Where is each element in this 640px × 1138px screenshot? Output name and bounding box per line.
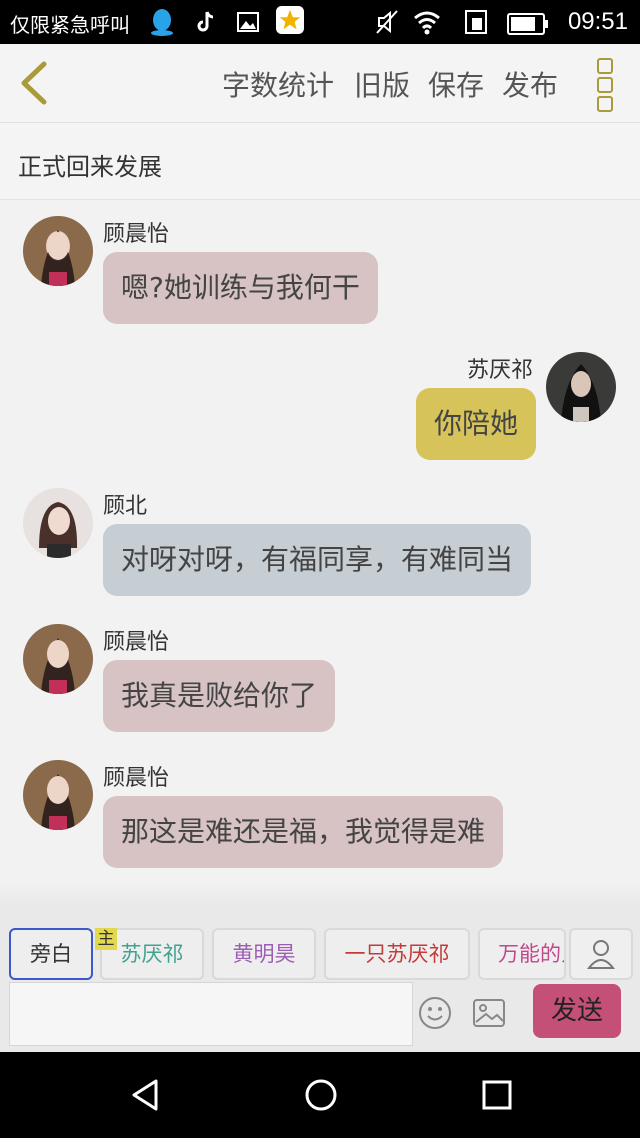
battery-icon xyxy=(507,13,548,35)
recents-nav-icon[interactable] xyxy=(482,1080,512,1110)
avatar[interactable] xyxy=(546,352,616,422)
role-narration[interactable]: 旁白 xyxy=(9,928,93,980)
role-yizhi-suyanqi[interactable]: 一只苏厌祁 xyxy=(324,928,470,980)
sender-name: 顾晨怡 xyxy=(103,222,170,247)
avatar[interactable] xyxy=(23,216,93,286)
message-bubble[interactable]: 那这是难还是福，我觉得是难 xyxy=(103,796,504,868)
main-role-badge: 主 xyxy=(95,928,117,950)
avatar[interactable] xyxy=(23,488,93,558)
sender-name: 顾晨怡 xyxy=(103,630,170,655)
word-count-button[interactable]: 字数统计 xyxy=(222,64,334,104)
role-huangminghao[interactable]: 黄明昊 xyxy=(212,928,316,980)
send-button[interactable]: 发送 xyxy=(533,984,621,1038)
emoji-icon[interactable] xyxy=(418,996,452,1030)
chapter-title-bar[interactable]: 正式回来发展 xyxy=(0,123,640,200)
old-version-button[interactable]: 旧版 xyxy=(354,64,410,104)
wifi-icon xyxy=(414,11,440,35)
emergency-call-text: 仅限紧急呼叫 xyxy=(10,13,130,37)
sender-name: 苏厌祁 xyxy=(467,358,534,383)
publish-button[interactable]: 发布 xyxy=(502,64,558,104)
message-bubble[interactable]: 我真是败给你了 xyxy=(103,660,336,732)
sim-icon xyxy=(465,10,487,34)
sender-name: 顾北 xyxy=(103,494,148,519)
message-bubble[interactable]: 对呀对呀，有福同享，有难同当 xyxy=(103,524,532,596)
save-button[interactable]: 保存 xyxy=(428,64,484,104)
image-icon[interactable] xyxy=(472,996,506,1030)
top-toolbar: 字数统计 旧版 保存 发布 xyxy=(0,44,640,123)
message-bubble[interactable]: 嗯?她训练与我何干 xyxy=(103,252,378,324)
back-nav-icon[interactable] xyxy=(128,1078,162,1112)
qq-icon xyxy=(151,9,173,36)
message-bubble[interactable]: 你陪她 xyxy=(416,388,537,460)
more-options-icon[interactable] xyxy=(590,56,618,112)
chapter-title: 正式回来发展 xyxy=(18,153,162,181)
home-nav-icon[interactable] xyxy=(304,1078,338,1112)
back-arrow-icon[interactable] xyxy=(14,58,54,108)
person-icon xyxy=(586,940,616,969)
sender-name: 顾晨怡 xyxy=(103,766,170,791)
tiktok-icon xyxy=(197,11,214,32)
gallery-icon xyxy=(237,12,259,32)
manage-roles-button[interactable] xyxy=(569,928,633,980)
system-nav-bar xyxy=(0,1052,640,1138)
clock: 09:51 xyxy=(567,8,628,35)
role-wanneng[interactable]: 万能的人 xyxy=(478,928,566,980)
message-input[interactable] xyxy=(9,982,413,1046)
mute-icon xyxy=(376,10,398,34)
scroll-fade xyxy=(0,880,640,910)
status-bar: 仅限紧急呼叫 09:51 xyxy=(0,0,640,44)
avatar[interactable] xyxy=(23,760,93,830)
star-app-icon xyxy=(276,6,304,34)
avatar[interactable] xyxy=(23,624,93,694)
